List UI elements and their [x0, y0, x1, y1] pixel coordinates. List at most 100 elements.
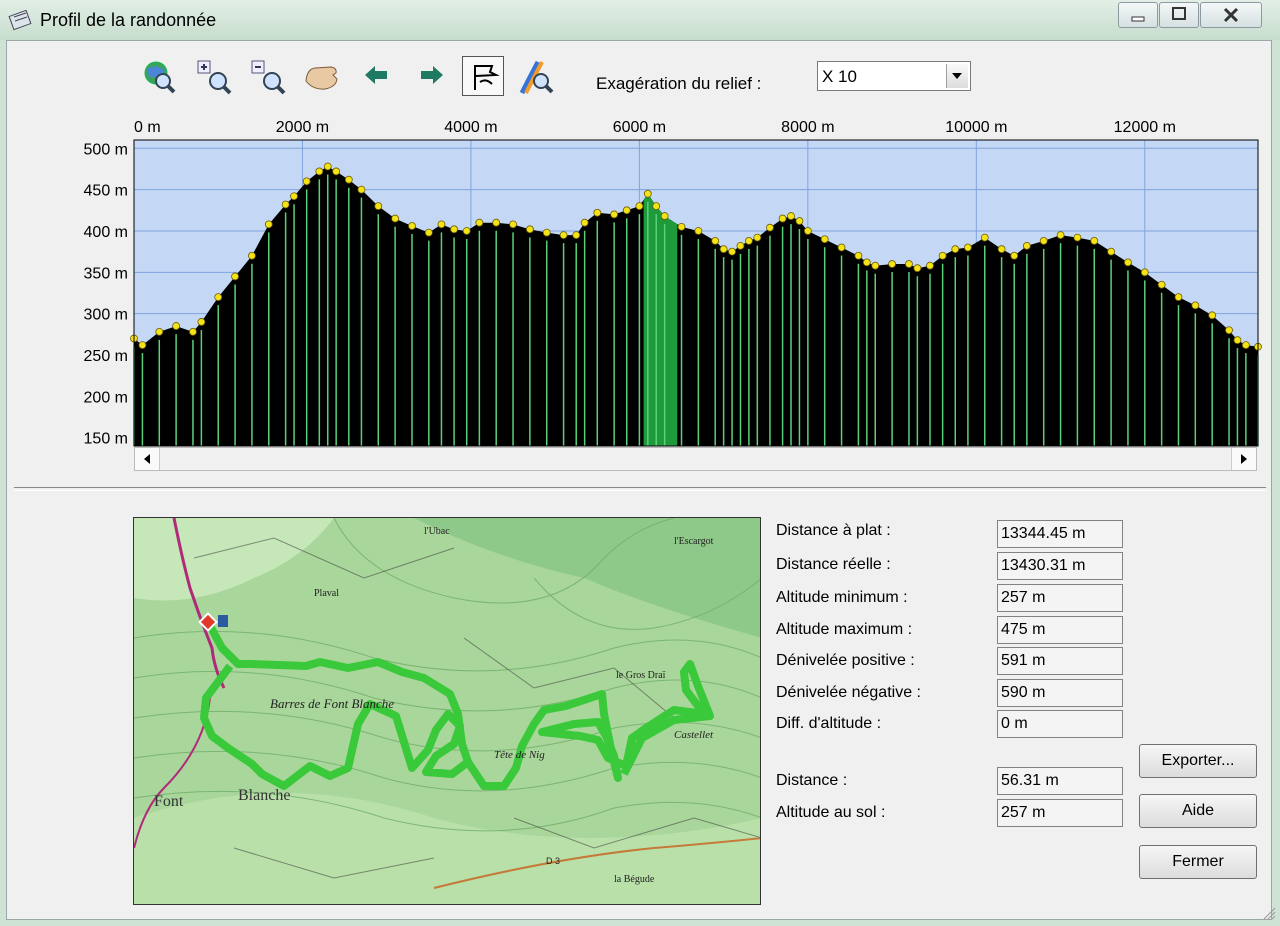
window-title: Profil de la randonnée — [40, 10, 217, 30]
panel-splitter[interactable] — [14, 487, 1266, 491]
profile-point — [214, 293, 223, 302]
profile-point — [1241, 341, 1250, 350]
profile-point — [475, 218, 484, 227]
map-label: Tête de Nig — [494, 749, 545, 761]
road-zoom-icon — [519, 60, 554, 95]
stat-value-distance-plat: 13344.45 m — [997, 520, 1123, 548]
profile-point — [913, 264, 922, 273]
profile-point — [1140, 268, 1149, 277]
profile-point — [643, 189, 652, 198]
x-tick-label: 0 m — [134, 119, 161, 136]
profile-point — [888, 260, 896, 268]
close-button[interactable]: Fermer — [1139, 845, 1257, 879]
title-bar[interactable]: Profil de la randonnée — [0, 0, 1280, 40]
map-label: Castellet — [674, 729, 714, 741]
selected-segment — [643, 193, 678, 446]
profile-point — [795, 217, 804, 225]
relief-exaggeration-select[interactable]: X 10 — [817, 61, 971, 91]
stat-value-distance-reelle: 13430.31 m — [997, 552, 1123, 580]
profile-scrollbar[interactable] — [134, 447, 1257, 471]
elevation-profile-chart[interactable]: 0 m 2000 m 4000 m 6000 m 8000 m 10000 m 12000 … — [0, 100, 1280, 480]
stat-label-distance-plat: Distance à plat : — [776, 522, 891, 539]
profile-point — [660, 212, 669, 220]
profile-point — [323, 162, 332, 171]
profile-point — [572, 231, 581, 240]
profile-point — [344, 175, 353, 184]
previous-button[interactable] — [356, 56, 398, 96]
y-tick-label: 250 m — [84, 348, 128, 365]
scroll-left-button[interactable] — [135, 448, 160, 470]
profile-point — [357, 185, 366, 194]
profile-point — [778, 214, 787, 223]
minimize-button[interactable] — [1118, 2, 1158, 28]
profile-point — [1233, 336, 1242, 345]
route-profile-toggle[interactable] — [462, 56, 504, 96]
stat-label-altitude-min: Altitude minimum : — [776, 589, 908, 606]
profile-point — [753, 233, 762, 242]
maximize-icon — [1172, 7, 1186, 20]
zoom-in-button[interactable] — [193, 56, 235, 96]
help-button[interactable]: Aide — [1139, 794, 1257, 828]
profile-point — [652, 202, 661, 211]
x-tick-label: 12000 m — [1114, 119, 1176, 136]
profile-point — [593, 208, 602, 217]
resize-grip-icon[interactable] — [1262, 906, 1276, 920]
dropdown-arrow[interactable] — [946, 64, 968, 88]
profile-point — [315, 167, 324, 176]
profile-point — [980, 233, 989, 242]
stat-label-denivele-neg: Dénivelée négative : — [776, 684, 921, 701]
zoom-out-button[interactable] — [247, 56, 289, 96]
topo-map-drawing: Barres de Font Blanche Font Blanche Tête… — [134, 518, 760, 904]
profile-point — [231, 272, 239, 281]
profile-point — [408, 222, 416, 230]
map-label: D 3 — [546, 856, 560, 866]
x-tick-label: 6000 m — [613, 119, 666, 136]
x-tick-label: 4000 m — [444, 119, 497, 136]
profile-point — [580, 218, 589, 227]
zoom-globe-button[interactable] — [138, 56, 180, 96]
x-tick-label: 8000 m — [781, 119, 834, 136]
maximize-button[interactable] — [1159, 2, 1199, 28]
profile-point — [559, 231, 568, 240]
profile-point — [138, 341, 147, 350]
stat-value-altitude-max: 475 m — [997, 616, 1123, 644]
map-label: Font — [154, 793, 184, 810]
y-tick-label: 400 m — [84, 224, 128, 241]
profile-point — [281, 200, 290, 209]
profile-point — [302, 177, 311, 186]
profile-point — [766, 223, 774, 232]
profile-point — [744, 236, 753, 245]
close-window-button[interactable] — [1200, 2, 1262, 28]
profile-point — [719, 245, 728, 254]
profile-point — [1090, 236, 1099, 245]
hand-pan-button[interactable] — [300, 56, 342, 96]
triangle-right-icon — [1241, 454, 1247, 464]
road-zoom-button[interactable] — [515, 56, 557, 96]
profile-point — [424, 228, 433, 237]
y-tick-label: 350 m — [84, 265, 128, 282]
profile-point — [197, 318, 206, 326]
profile-point — [694, 227, 703, 235]
profile-point — [1124, 258, 1132, 267]
profile-point — [787, 212, 795, 220]
export-button[interactable]: Exporter... — [1139, 744, 1257, 778]
stat-label-distance: Distance : — [776, 772, 848, 789]
profile-point — [1039, 236, 1048, 245]
next-button[interactable] — [410, 56, 452, 96]
y-tick-label: 300 m — [84, 307, 128, 324]
profile-point — [189, 327, 197, 336]
scroll-right-button[interactable] — [1231, 448, 1256, 470]
profile-point — [1208, 311, 1217, 320]
trail-map[interactable]: Barres de Font Blanche Font Blanche Tête… — [133, 517, 761, 905]
profile-point — [997, 245, 1006, 254]
arrow-left-icon — [365, 66, 387, 84]
y-tick-label: 500 m — [84, 141, 128, 158]
route-flag-icon — [474, 65, 500, 90]
x-tick-label: 10000 m — [945, 119, 1007, 136]
relief-exaggeration-label: Exagération du relief : — [596, 74, 762, 93]
profile-point — [509, 220, 517, 229]
relief-exaggeration-value: X 10 — [822, 67, 857, 86]
stat-label-altitude-max: Altitude maximum : — [776, 621, 913, 638]
profile-point — [711, 236, 720, 245]
profile-point — [437, 220, 446, 229]
